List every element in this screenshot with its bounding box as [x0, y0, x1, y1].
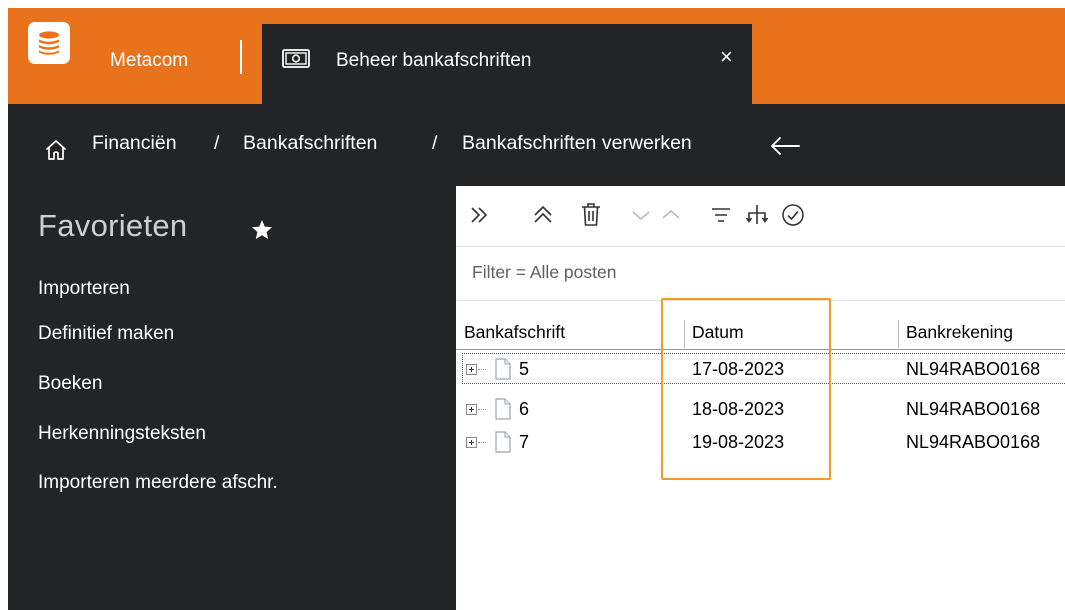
- breadcrumb-item-verwerken: Bankafschriften verwerken: [462, 132, 692, 154]
- cell-bankrekening: NL94RABO0168: [906, 399, 1041, 419]
- chevron-down-icon: [632, 211, 650, 220]
- app-divider: [240, 40, 242, 74]
- cell-datum: 17-08-2023: [692, 359, 785, 379]
- document-icon: [495, 431, 511, 453]
- sidebar-item-boeken[interactable]: Boeken: [38, 373, 102, 395]
- sidebar-item-herkenningsteksten[interactable]: Herkenningsteksten: [38, 423, 206, 445]
- breadcrumb-item-financien[interactable]: Financiën: [92, 132, 177, 155]
- expand-row-button[interactable]: [466, 437, 477, 448]
- expand-row-button[interactable]: [466, 364, 477, 375]
- tree-line: [478, 409, 486, 410]
- back-arrow-icon[interactable]: [768, 136, 802, 156]
- expand-row-button[interactable]: [466, 404, 477, 415]
- approve-button[interactable]: [778, 198, 808, 232]
- cell-datum: 18-08-2023: [692, 399, 785, 419]
- cell-bankafschrift: 5: [519, 359, 530, 379]
- move-down-button[interactable]: [626, 198, 656, 232]
- sidebar-item-importeren[interactable]: Importeren: [38, 278, 130, 300]
- sidebar-item-importeren-meerdere[interactable]: Importeren meerdere afschr.: [38, 472, 278, 494]
- filter-divider: [456, 300, 1065, 301]
- move-up-button[interactable]: [656, 198, 686, 232]
- expand-all-icon: [471, 207, 488, 223]
- star-icon[interactable]: [250, 218, 274, 242]
- column-header-bankrekening[interactable]: Bankrekening: [906, 322, 1013, 343]
- home-icon[interactable]: [44, 138, 68, 162]
- banknote-icon: [282, 49, 310, 68]
- header-underline: [456, 349, 1065, 350]
- cell-datum: 19-08-2023: [692, 432, 785, 452]
- collapse-all-button[interactable]: [528, 198, 558, 232]
- app-name[interactable]: Metacom: [110, 50, 188, 72]
- split-icon: [745, 205, 769, 224]
- cell-bankrekening: NL94RABO0168: [906, 432, 1041, 452]
- column-divider[interactable]: [684, 320, 685, 348]
- column-header-bankafschrift[interactable]: Bankafschrift: [464, 322, 565, 343]
- sidebar: [8, 186, 456, 610]
- trash-icon: [582, 203, 600, 226]
- tab-close-button[interactable]: ×: [720, 44, 733, 70]
- document-icon: [495, 358, 511, 380]
- tab-title[interactable]: Beheer bankafschriften: [336, 50, 531, 72]
- sidebar-item-definitief-maken[interactable]: Definitief maken: [38, 323, 174, 345]
- breadcrumb-separator: /: [432, 132, 438, 154]
- toolbar-divider: [456, 246, 1065, 247]
- cell-bankrekening: NL94RABO0168: [906, 359, 1041, 379]
- filter-icon: [712, 208, 730, 222]
- column-header-datum[interactable]: Datum: [692, 322, 744, 343]
- chevron-up-icon: [662, 210, 680, 219]
- breadcrumb-item-bankafschriften[interactable]: Bankafschriften: [243, 132, 377, 155]
- expand-all-button[interactable]: [464, 198, 494, 232]
- column-divider[interactable]: [898, 320, 899, 348]
- metacom-logo[interactable]: [28, 22, 70, 64]
- split-button[interactable]: [742, 198, 772, 232]
- filter-button[interactable]: [706, 198, 736, 232]
- document-icon: [495, 398, 511, 420]
- delete-button[interactable]: [576, 198, 606, 232]
- database-icon: [39, 31, 59, 55]
- collapse-all-icon: [534, 205, 552, 223]
- check-circle-icon: [782, 204, 804, 226]
- filter-label[interactable]: Filter = Alle posten: [472, 262, 616, 283]
- cell-bankafschrift: 6: [519, 399, 530, 419]
- tree-line: [478, 442, 486, 443]
- tree-line: [478, 369, 486, 370]
- favorites-title: Favorieten: [38, 208, 188, 243]
- cell-bankafschrift: 7: [519, 432, 530, 452]
- breadcrumb-separator: /: [214, 132, 220, 154]
